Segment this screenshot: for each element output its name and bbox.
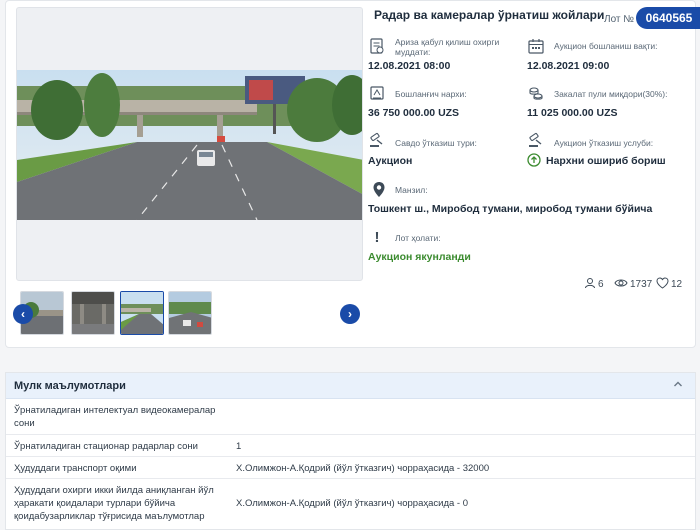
- trade-type-label: Савдо ўтказиш тури:: [395, 138, 477, 148]
- location-pin-icon: [372, 181, 390, 199]
- auction-start-label: Аукцион бошланиш вақти:: [554, 41, 658, 51]
- coins-icon: [527, 84, 545, 102]
- property-section: Мулк маълумотлари Ўрнатиладиган интелект…: [5, 372, 696, 530]
- chevron-up-icon[interactable]: [673, 379, 683, 391]
- heart-icon[interactable]: [656, 277, 669, 292]
- main-photo[interactable]: [17, 70, 362, 220]
- lot-number-badge: 0640565: [636, 7, 700, 29]
- lot-title: Радар ва камералар ўрнатиш жойлари: [374, 8, 605, 22]
- thumbnail[interactable]: [71, 291, 115, 335]
- participants-stat: 6: [584, 277, 604, 292]
- gavel-icon: [527, 131, 545, 149]
- property-key: Ўрнатиладиган интелектуал видеокамералар…: [14, 405, 216, 429]
- exclamation-icon: !: [374, 229, 380, 246]
- start-price-value: 36 750 000.00 UZS: [368, 107, 460, 119]
- document-icon: [368, 37, 386, 55]
- views-stat: 1737: [614, 277, 652, 292]
- lot-number-label: Лот №: [604, 14, 634, 25]
- property-section-title: Мулк маълумотлари: [14, 380, 126, 392]
- eye-icon: [614, 277, 628, 292]
- arrow-up-circle-icon: [527, 153, 541, 167]
- likes-count: 12: [671, 279, 683, 290]
- gavel-icon: [368, 131, 386, 149]
- thumbnail[interactable]: [120, 291, 164, 335]
- participants-count: 6: [598, 279, 604, 290]
- property-row: Ўрнатиладиган интелектуал видеокамералар…: [6, 399, 695, 435]
- calendar-icon: [527, 37, 545, 55]
- property-row: Ҳудуддаги транспорт оқими Х.Олимжон-А.Қо…: [6, 457, 695, 479]
- auction-method-label: Аукцион ўтказиш услуби:: [554, 138, 654, 148]
- deposit-value: 11 025 000.00 UZS: [527, 107, 618, 119]
- lot-stats: 6 1737 12: [584, 277, 694, 293]
- price-tag-icon: [368, 84, 386, 102]
- property-value: 1: [236, 441, 242, 452]
- views-count: 1737: [630, 279, 653, 290]
- next-photo-button[interactable]: ›: [340, 304, 360, 324]
- lot-status-label: Лот ҳолати:: [395, 233, 441, 243]
- lot-status-value: Аукцион якунланди: [368, 251, 471, 263]
- trade-type-value: Аукцион: [368, 155, 413, 167]
- deposit-label: Закалат пули миқдори(30%):: [554, 89, 668, 99]
- user-icon: [584, 277, 596, 292]
- prev-photo-button[interactable]: ‹: [13, 304, 33, 324]
- address-label: Манзил:: [395, 185, 428, 195]
- photo-thumbnails: [16, 291, 366, 339]
- property-row: Ҳудуддаги охирги икки йилда аниқланган й…: [6, 479, 695, 529]
- property-key: Ҳудуддаги охирги икки йилда аниқланган й…: [14, 485, 214, 522]
- property-value: Х.Олимжон-А.Қодрий (йўл ўтказгич) чорраҳ…: [236, 498, 469, 509]
- likes-stat[interactable]: 12: [656, 277, 682, 292]
- auction-method-value: Нархни ошириб бориш: [546, 155, 666, 167]
- property-section-header[interactable]: Мулк маълумотлари: [6, 373, 695, 399]
- start-price-label: Бошланғич нархи:: [395, 89, 467, 99]
- application-deadline-label: Ариза қабул қилиш охирги муддати:: [395, 37, 500, 57]
- address-value: Тошкент ш., Миробод тумани, миробод тума…: [368, 203, 653, 215]
- application-deadline-value: 12.08.2021 08:00: [368, 60, 451, 72]
- main-photo-frame: [16, 7, 363, 281]
- property-value: Х.Олимжон-А.Қодрий (йўл ўтказгич) чорраҳ…: [236, 463, 490, 474]
- auction-start-value: 12.08.2021 09:00: [527, 60, 610, 72]
- thumbnail[interactable]: [168, 291, 212, 335]
- property-key: Ҳудуддаги транспорт оқими: [14, 463, 137, 474]
- property-key: Ўрнатиладиган стационар радарлар сони: [14, 441, 198, 452]
- lot-card: ‹ › Радар ва камералар ўрнатиш жойлари Л…: [5, 0, 700, 348]
- property-row: Ўрнатиладиган стационар радарлар сони 1: [6, 435, 695, 457]
